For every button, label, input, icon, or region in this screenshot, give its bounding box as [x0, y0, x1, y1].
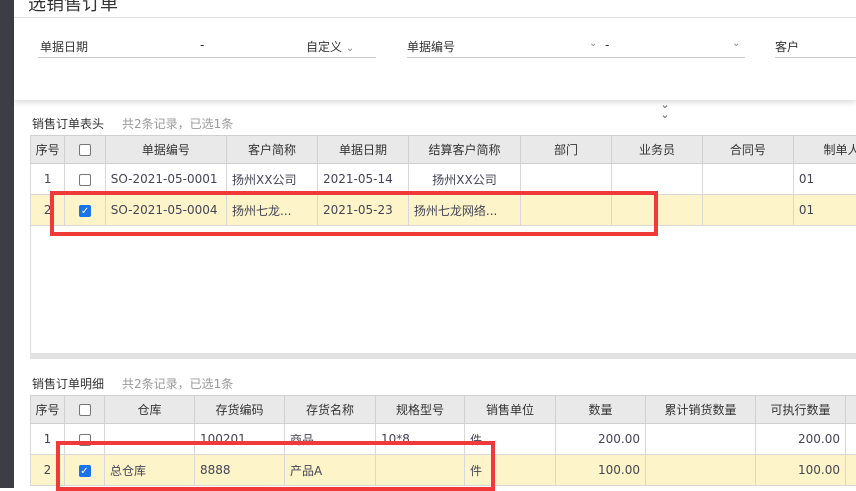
- col-unit[interactable]: 销售单位: [465, 396, 556, 424]
- cell-qty: 200.00: [556, 424, 646, 455]
- col-item-code[interactable]: 存货编码: [195, 396, 285, 424]
- cell-no: 1: [31, 164, 65, 195]
- col-settle-customer[interactable]: 结算客户简称: [408, 136, 520, 164]
- record-count: 共2条记录，已选1条: [122, 117, 233, 131]
- table-header-row: 序号 仓库 存货编码 存货名称 规格型号 销售单位 数量 累计销货数量 可执行数…: [31, 396, 856, 424]
- col-extra: [846, 396, 856, 424]
- date-label: 单据日期: [40, 38, 88, 55]
- chevron-down-icon: ⌄: [346, 43, 354, 54]
- section-title: 销售订单明细: [32, 377, 104, 391]
- row-checkbox[interactable]: [79, 174, 91, 186]
- dialog-title: 选销售订单: [28, 0, 118, 16]
- customer-label: 客户: [775, 38, 799, 55]
- col-customer[interactable]: 客户简称: [227, 136, 318, 164]
- section-title: 销售订单表头: [32, 117, 104, 131]
- col-maker[interactable]: 制单人: [793, 136, 856, 164]
- cell-sales: [612, 164, 703, 195]
- date-filter[interactable]: 单据日期 - 自定义 ⌄: [38, 36, 376, 58]
- cell-extra: [846, 455, 856, 486]
- chevron-down-icon[interactable]: ⌄: [732, 38, 740, 49]
- highlight-box-detail-row: [56, 441, 495, 491]
- cell-contract: [702, 164, 793, 195]
- cell-cum-qty: [646, 455, 756, 486]
- cell-settle: 扬州XX公司: [408, 164, 520, 195]
- code-label: 单据编号: [407, 38, 455, 55]
- cell-date: 2021-05-14: [317, 164, 408, 195]
- col-select-all[interactable]: [65, 396, 105, 424]
- col-qty[interactable]: 数量: [556, 396, 646, 424]
- col-contract[interactable]: 合同号: [702, 136, 793, 164]
- col-warehouse[interactable]: 仓库: [105, 396, 195, 424]
- cell-dept: [521, 164, 612, 195]
- expand-filters-icon[interactable]: ⌄⌄: [654, 100, 676, 116]
- filter-panel: 单据日期 - 自定义 ⌄ 单据编号 ⌄ - ⌄ 客户: [14, 18, 856, 100]
- horizontal-scrollbar[interactable]: [30, 353, 856, 359]
- detail-section-title: 销售订单明细 共2条记录，已选1条: [32, 375, 233, 392]
- cell-maker: 01: [793, 195, 856, 226]
- col-salesperson[interactable]: 业务员: [612, 136, 703, 164]
- record-count: 共2条记录，已选1条: [122, 377, 233, 391]
- select-all-checkbox[interactable]: [79, 404, 91, 416]
- highlight-box-header-row: [50, 191, 658, 236]
- col-cum-qty[interactable]: 累计销货数量: [646, 396, 756, 424]
- col-no[interactable]: 序号: [31, 136, 65, 164]
- code-filter[interactable]: 单据编号 ⌄ - ⌄: [407, 36, 745, 58]
- cell-select[interactable]: [65, 164, 105, 195]
- col-select-all[interactable]: [65, 136, 105, 164]
- select-sales-order-dialog: 选销售订单 单据日期 - 自定义 ⌄ 单据编号 ⌄ - ⌄ 客户 ⌄⌄ 销售订单…: [14, 0, 856, 488]
- code-separator: -: [605, 38, 609, 52]
- col-exec-qty[interactable]: 可执行数量: [756, 396, 846, 424]
- cell-contract: [702, 195, 793, 226]
- cell-qty: 100.00: [556, 455, 646, 486]
- col-dept[interactable]: 部门: [521, 136, 612, 164]
- customer-filter[interactable]: 客户: [775, 36, 856, 58]
- date-separator: -: [200, 38, 204, 52]
- table-header-row: 序号 单据编号 客户简称 单据日期 结算客户简称 部门 业务员 合同号 制单人: [31, 136, 856, 164]
- cell-exec-qty: 200.00: [756, 424, 846, 455]
- cell-maker: 01: [793, 164, 856, 195]
- col-code[interactable]: 单据编号: [105, 136, 226, 164]
- col-date[interactable]: 单据日期: [317, 136, 408, 164]
- cell-code: SO-2021-05-0001: [105, 164, 226, 195]
- cell-cum-qty: [646, 424, 756, 455]
- date-mode-select[interactable]: 自定义 ⌄: [306, 38, 354, 55]
- chevron-down-icon[interactable]: ⌄: [589, 38, 597, 49]
- left-sidebar: [0, 0, 14, 488]
- cell-exec-qty: 100.00: [756, 455, 846, 486]
- header-section-title: 销售订单表头 共2条记录，已选1条: [32, 115, 233, 132]
- cell-customer: 扬州XX公司: [227, 164, 318, 195]
- table-row[interactable]: 1 SO-2021-05-0001 扬州XX公司 2021-05-14 扬州XX…: [31, 164, 856, 195]
- cell-extra: [846, 424, 856, 455]
- col-spec[interactable]: 规格型号: [376, 396, 465, 424]
- date-mode-value: 自定义: [306, 40, 342, 54]
- col-item-name[interactable]: 存货名称: [285, 396, 376, 424]
- select-all-checkbox[interactable]: [79, 144, 91, 156]
- col-no[interactable]: 序号: [31, 396, 65, 424]
